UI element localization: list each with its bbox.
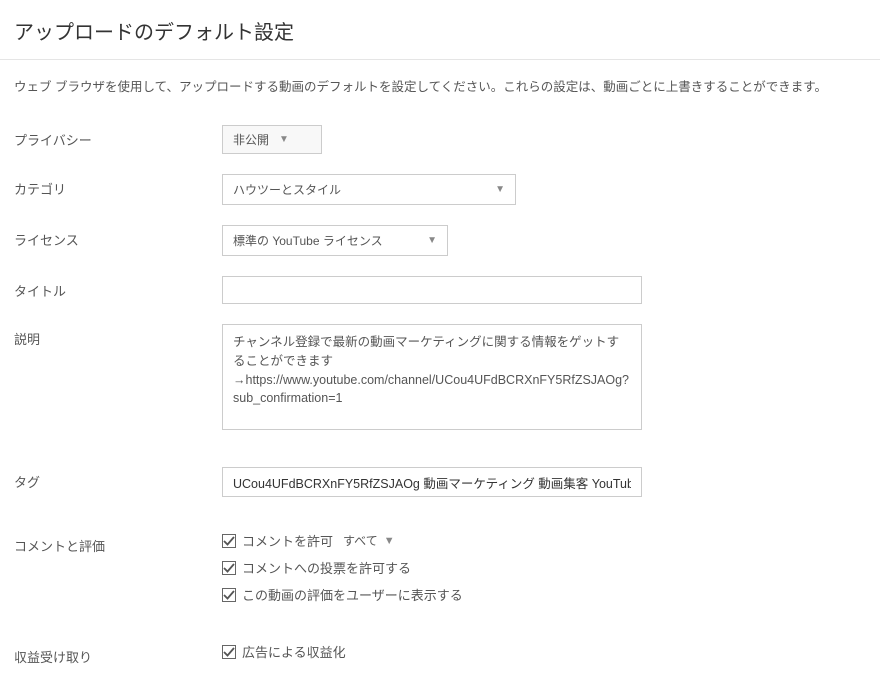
category-value: ハウツーとスタイル [233, 181, 341, 198]
license-label: ライセンス [14, 225, 222, 249]
privacy-value: 非公開 [233, 131, 269, 148]
category-select[interactable]: ハウツーとスタイル ▼ [222, 174, 516, 205]
monetization-label: 収益受け取り [14, 642, 222, 666]
monetization-ads-checkbox[interactable] [222, 645, 236, 659]
show-ratings-label: この動画の評価をユーザーに表示する [242, 585, 463, 604]
allow-comments-label: コメントを許可 [242, 531, 333, 550]
privacy-label: プライバシー [14, 125, 222, 149]
description-label: 説明 [14, 324, 222, 348]
description-textarea[interactable]: チャンネル登録で最新の動画マーケティングに関する情報をゲットすることができます … [222, 324, 642, 430]
license-value: 標準の YouTube ライセンス [233, 232, 383, 249]
monetization-ads-label: 広告による収益化 [242, 642, 346, 661]
comments-label: コメントと評価 [14, 531, 222, 555]
allow-voting-checkbox[interactable] [222, 561, 236, 575]
license-select[interactable]: 標準の YouTube ライセンス ▼ [222, 225, 448, 256]
page-description: ウェブ ブラウザを使用して、アップロードする動画のデフォルトを設定してください。… [0, 60, 880, 115]
allow-comments-checkbox[interactable] [222, 534, 236, 548]
allow-voting-label: コメントへの投票を許可する [242, 558, 411, 577]
comments-scope-select[interactable]: すべて ▼ [343, 532, 395, 549]
page-title: アップロードのデフォルト設定 [0, 0, 880, 60]
title-label: タイトル [14, 276, 222, 300]
caret-down-icon: ▼ [427, 235, 437, 246]
caret-down-icon: ▼ [384, 535, 395, 547]
comments-scope-value: すべて [343, 532, 378, 549]
caret-down-icon: ▼ [495, 184, 505, 195]
tags-label: タグ [14, 467, 222, 491]
tags-input[interactable] [222, 467, 642, 497]
category-label: カテゴリ [14, 174, 222, 198]
privacy-select[interactable]: 非公開 ▼ [222, 125, 322, 154]
caret-down-icon: ▼ [279, 134, 289, 145]
title-input[interactable] [222, 276, 642, 304]
